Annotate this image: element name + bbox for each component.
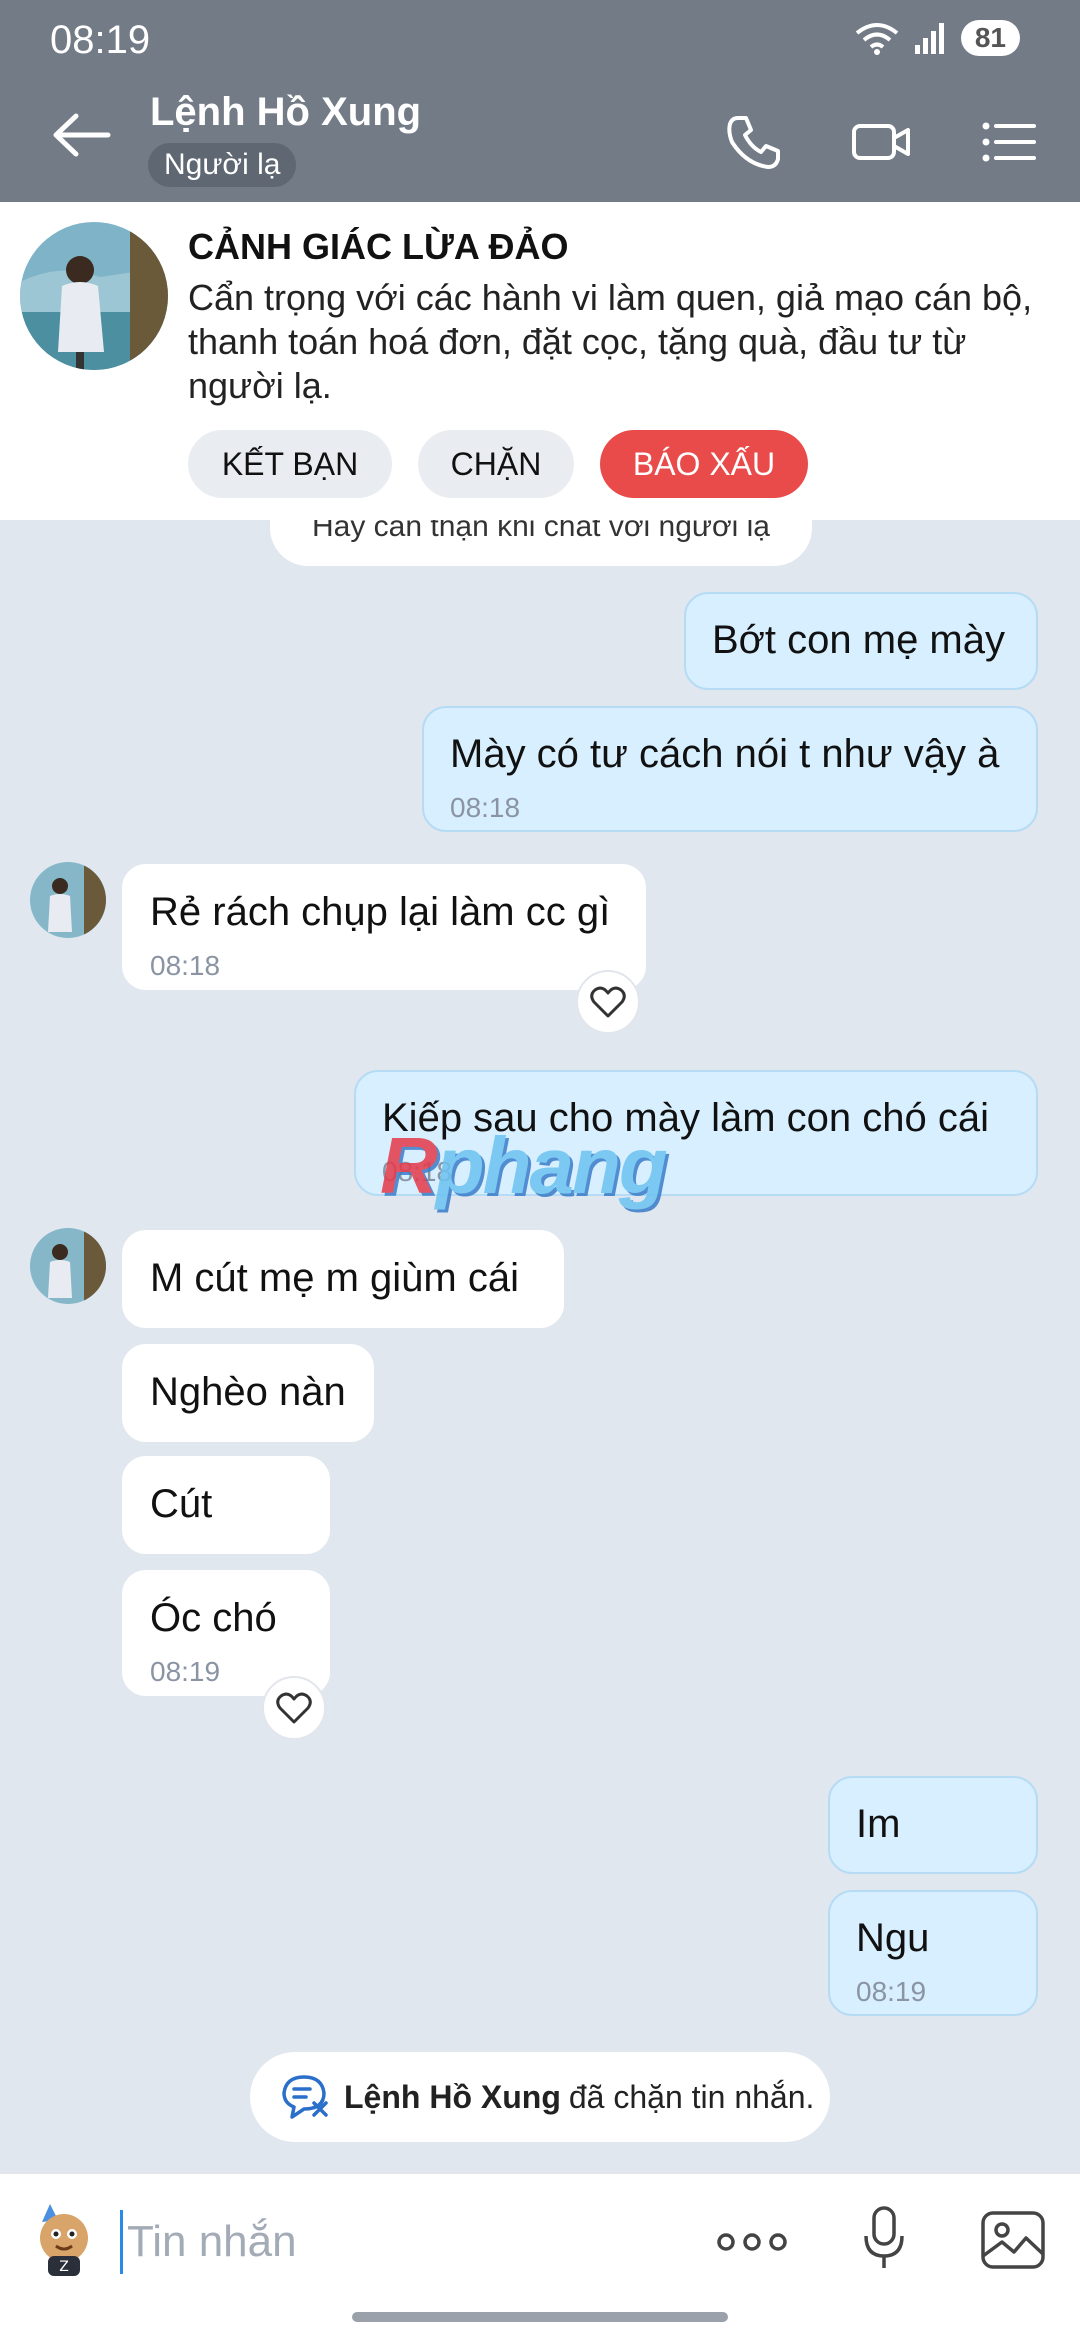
message-text: Mày có tư cách nói t như vậy à (450, 732, 1000, 776)
menu-list-icon[interactable] (980, 112, 1040, 172)
wifi-icon (855, 23, 899, 55)
image-gallery-icon[interactable] (980, 2210, 1046, 2270)
message-bubble[interactable]: Im (828, 1776, 1038, 1874)
message-text: Óc chó (150, 1596, 277, 1640)
home-indicator[interactable] (352, 2312, 728, 2322)
message-bubble[interactable]: M cút mẹ m giùm cái (122, 1230, 564, 1328)
microphone-icon[interactable] (862, 2206, 906, 2272)
stranger-tag: Người lạ (148, 143, 297, 187)
top-bar: 08:19 81 Lệnh Hồ Xung Người lạ (0, 0, 1080, 202)
contact-name[interactable]: Lệnh Hồ Xung (150, 90, 421, 135)
contact-avatar[interactable] (20, 222, 168, 370)
svg-text:Z: Z (59, 2259, 69, 2275)
message-time: 08:19 (150, 1656, 221, 1687)
sticker-icon[interactable]: Z (30, 2202, 98, 2278)
status-icons: 81 (855, 20, 1020, 56)
blocked-text: đã chặn tin nhắn. (568, 2078, 815, 2115)
signal-icon (914, 23, 944, 54)
status-time: 08:19 (50, 18, 151, 62)
like-heart-button[interactable] (576, 970, 640, 1034)
battery-indicator: 81 (960, 20, 1020, 56)
phone-call-icon[interactable] (724, 112, 784, 172)
message-text: M cút mẹ m giùm cái (150, 1256, 519, 1300)
message-time: 08:18 (450, 792, 521, 823)
message-input[interactable] (120, 2210, 680, 2274)
message-text: Cút (150, 1482, 213, 1526)
block-button[interactable]: CHẶN (418, 430, 574, 498)
message-text: Rẻ rách chụp lại làm cc gì (150, 890, 611, 934)
message-bubble[interactable]: Bớt con mẹ mày (684, 592, 1038, 690)
scam-warning-card: CẢNH GIÁC LỪA ĐẢO Cẩn trọng với các hành… (0, 202, 1080, 520)
video-call-icon[interactable] (852, 112, 912, 172)
message-bubble[interactable]: Cút (122, 1456, 330, 1554)
back-arrow-icon[interactable] (52, 110, 112, 160)
sender-avatar[interactable] (30, 1228, 106, 1304)
message-bubble[interactable]: Mày có tư cách nói t như vậy à 08:18 (422, 706, 1038, 832)
more-options-icon[interactable] (716, 2224, 788, 2260)
heart-icon (590, 986, 626, 1018)
blocked-notice: Lệnh Hồ Xung đã chặn tin nhắn. (250, 2052, 830, 2142)
report-button[interactable]: BÁO XẤU (600, 430, 808, 498)
warning-card-content: CẢNH GIÁC LỪA ĐẢO Cẩn trọng với các hành… (0, 202, 1080, 520)
warning-title: CẢNH GIÁC LỪA ĐẢO (188, 226, 569, 267)
message-text: Nghèo nàn (150, 1370, 346, 1414)
message-text: Ngu (856, 1916, 930, 1960)
message-time: 08:19 (856, 1976, 927, 2007)
blocked-chat-icon (282, 2075, 328, 2119)
sender-avatar[interactable] (30, 862, 106, 938)
message-text: Bớt con mẹ mày (712, 618, 1005, 662)
warning-body: Cẩn trọng với các hành vi làm quen, giả … (188, 277, 1033, 406)
like-heart-button[interactable] (262, 1676, 326, 1740)
message-bubble[interactable]: Nghèo nàn (122, 1344, 374, 1442)
message-bubble[interactable]: Rẻ rách chụp lại làm cc gì 08:18 (122, 864, 646, 990)
message-time: 08:18 (150, 950, 221, 981)
heart-icon (276, 1692, 312, 1724)
message-text: Im (856, 1802, 901, 1846)
watermark-logo: Rphang (380, 1121, 668, 1210)
add-friend-button[interactable]: KẾT BẠN (188, 430, 392, 498)
blocked-name: Lệnh Hồ Xung (344, 2078, 561, 2115)
message-bubble[interactable]: Ngu 08:19 (828, 1890, 1038, 2016)
